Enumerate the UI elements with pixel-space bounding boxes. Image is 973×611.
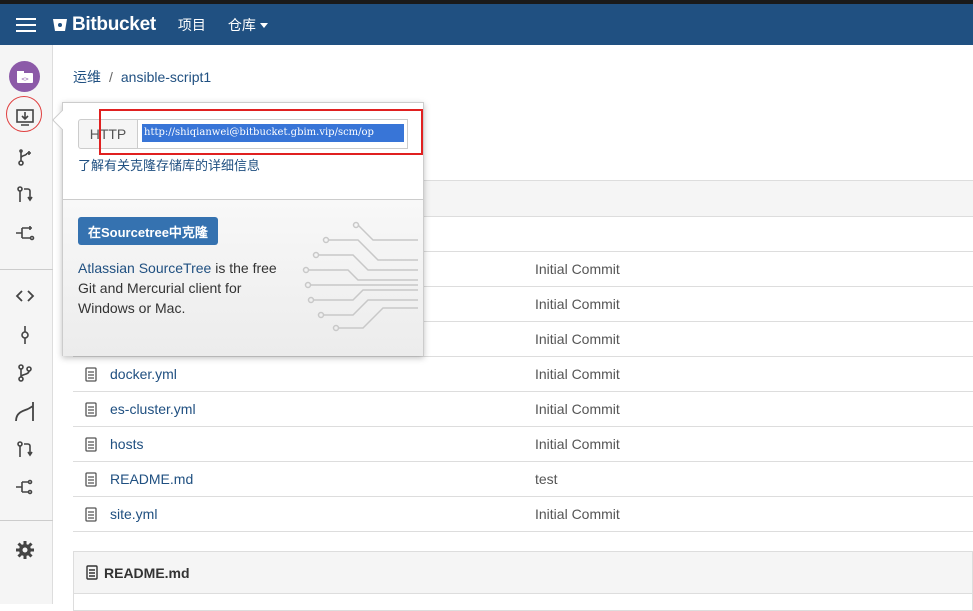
circuit-decoration-icon — [302, 221, 418, 332]
readme-panel: README.md — [73, 551, 973, 611]
commits-icon[interactable] — [10, 320, 40, 350]
file-name-link[interactable]: hosts — [110, 436, 143, 452]
fork-icon[interactable] — [10, 218, 40, 248]
sourcetree-link[interactable]: Atlassian SourceTree — [78, 260, 211, 276]
file-row[interactable]: es-cluster.yml Initial Commit — [73, 392, 973, 427]
file-name-link[interactable]: README.md — [110, 471, 193, 487]
clone-in-sourcetree-button[interactable]: 在Sourcetree中克隆 — [78, 217, 218, 245]
sourcetree-description: Atlassian SourceTree is the free Git and… — [78, 258, 298, 318]
file-icon — [85, 367, 97, 382]
file-icon — [85, 507, 97, 522]
sidebar: <> — [0, 45, 53, 604]
commit-message: Initial Commit — [535, 261, 620, 277]
bitbucket-logo[interactable]: Bitbucket — [52, 14, 156, 36]
file-name-link[interactable]: es-cluster.yml — [110, 401, 196, 417]
bitbucket-logo-icon — [53, 18, 67, 31]
commit-message: test — [535, 471, 558, 487]
clone-icon[interactable] — [10, 102, 40, 132]
graph-icon[interactable] — [10, 396, 40, 426]
file-row[interactable]: docker.yml Initial Commit — [73, 357, 973, 392]
file-row[interactable]: site.yml Initial Commit — [73, 497, 973, 532]
commit-message: Initial Commit — [535, 401, 620, 417]
file-row[interactable]: README.md test — [73, 462, 973, 497]
nav-projects[interactable]: 项目 — [178, 15, 206, 35]
file-name-link[interactable]: docker.yml — [110, 366, 177, 382]
top-header: Bitbucket 项目 仓库 — [0, 0, 973, 45]
breadcrumb-separator: / — [109, 69, 113, 85]
create-branch-icon[interactable] — [10, 142, 40, 172]
commit-message: Initial Commit — [535, 506, 620, 522]
sourcetree-section: 在Sourcetree中克隆 Atlassian SourceTree is t… — [63, 199, 423, 356]
menu-icon[interactable] — [16, 14, 36, 36]
repo-avatar-icon[interactable]: <> — [9, 61, 40, 92]
commit-message: Initial Commit — [535, 331, 620, 347]
file-row[interactable]: hosts Initial Commit — [73, 427, 973, 462]
chevron-down-icon — [259, 23, 268, 29]
commit-message: Initial Commit — [535, 296, 620, 312]
create-pull-request-icon[interactable] — [10, 180, 40, 210]
clone-popup: HTTP http://shiqianwei@bitbucket.gbim.vi… — [52, 102, 424, 356]
settings-icon[interactable] — [10, 535, 40, 565]
commit-message: Initial Commit — [535, 436, 620, 452]
svg-text:<>: <> — [21, 76, 29, 83]
file-icon — [86, 565, 98, 580]
branches-icon[interactable] — [10, 358, 40, 388]
highlight-box — [99, 109, 423, 155]
file-icon — [85, 437, 97, 452]
source-icon[interactable] — [10, 281, 40, 311]
breadcrumb-repo[interactable]: ansible-script1 — [121, 69, 211, 85]
nav-repositories-label: 仓库 — [227, 16, 256, 33]
sidebar-divider — [0, 269, 53, 270]
pull-requests-icon[interactable] — [10, 435, 40, 465]
readme-header: README.md — [74, 552, 972, 594]
sidebar-divider — [0, 520, 53, 521]
file-icon — [85, 472, 97, 487]
file-name-link[interactable]: site.yml — [110, 506, 157, 522]
learn-more-link[interactable]: 了解有关克隆存储库的详细信息 — [78, 155, 260, 174]
readme-title: README.md — [104, 564, 190, 581]
forks-icon[interactable] — [10, 472, 40, 502]
nav-repositories[interactable]: 仓库 — [228, 15, 268, 35]
file-icon — [85, 402, 97, 417]
logo-text: Bitbucket — [72, 13, 156, 35]
breadcrumb: 运维 / ansible-script1 — [73, 67, 211, 87]
breadcrumb-project[interactable]: 运维 — [73, 69, 101, 85]
commit-message: Initial Commit — [535, 366, 620, 382]
